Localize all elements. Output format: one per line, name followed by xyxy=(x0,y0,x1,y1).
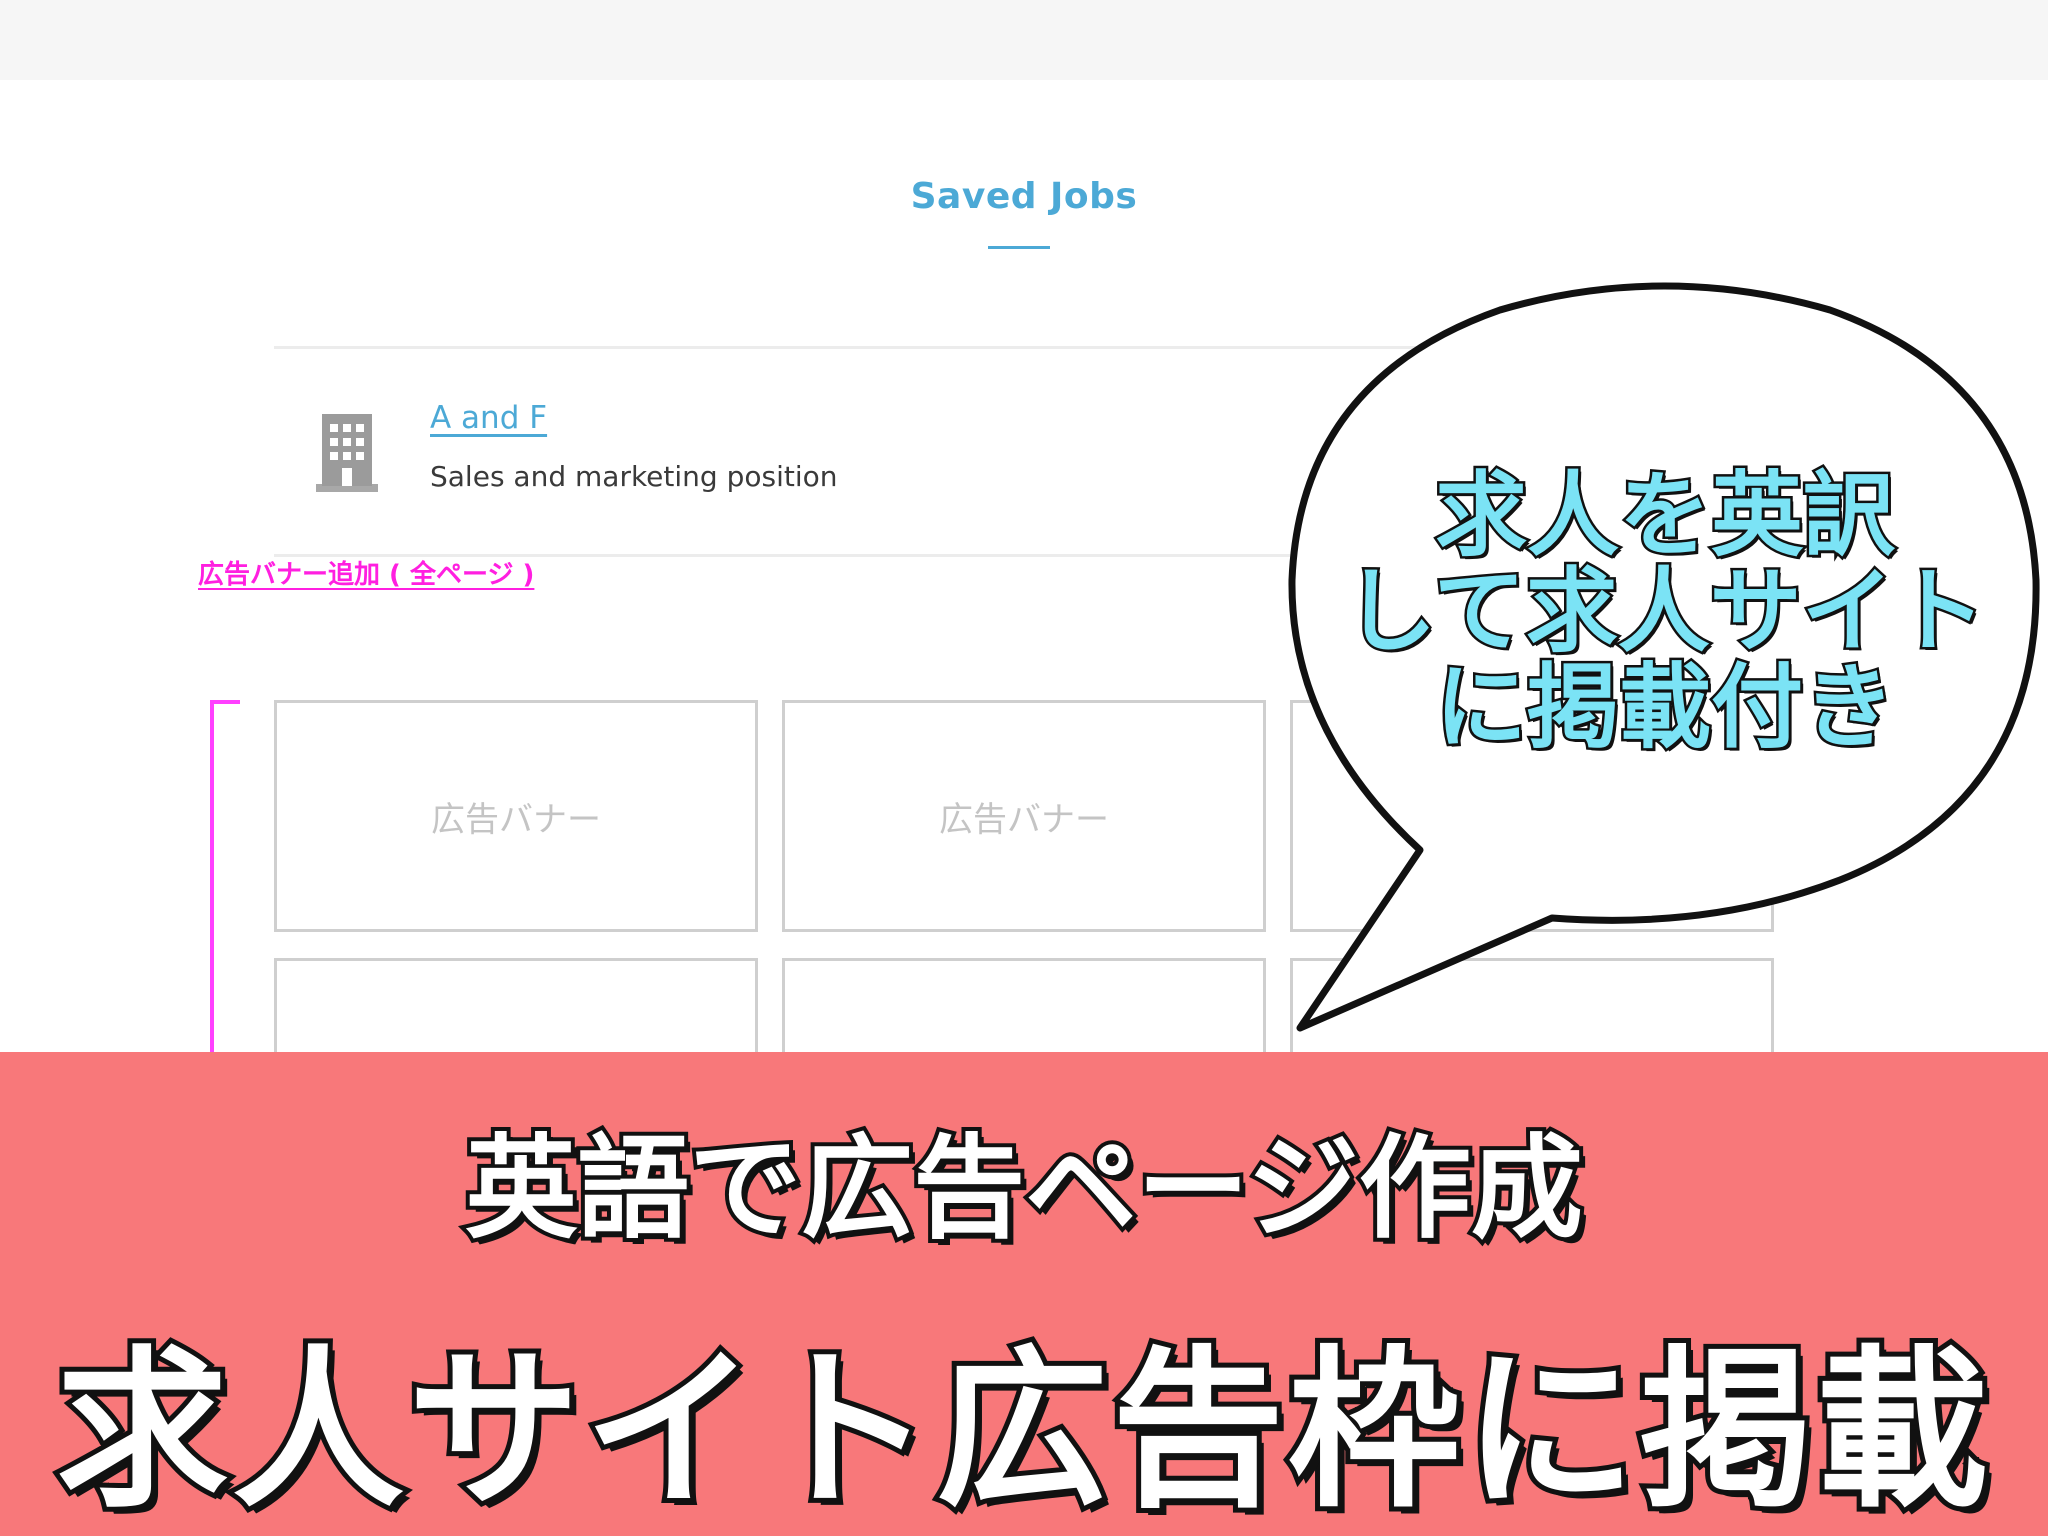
headline-line-1: 英語で広告ページ作成 xyxy=(461,1120,1587,1258)
callout-line: して求人サイト xyxy=(1342,558,1988,665)
callout-line: 求人を英訳 xyxy=(1432,462,1897,569)
callout-line: に掲載付き xyxy=(1432,654,1897,761)
headline-line-2: 求人サイト広告枠に掲載 xyxy=(51,1325,1993,1536)
callout-text: 求人を英訳 して求人サイト に掲載付き xyxy=(1300,462,2030,761)
